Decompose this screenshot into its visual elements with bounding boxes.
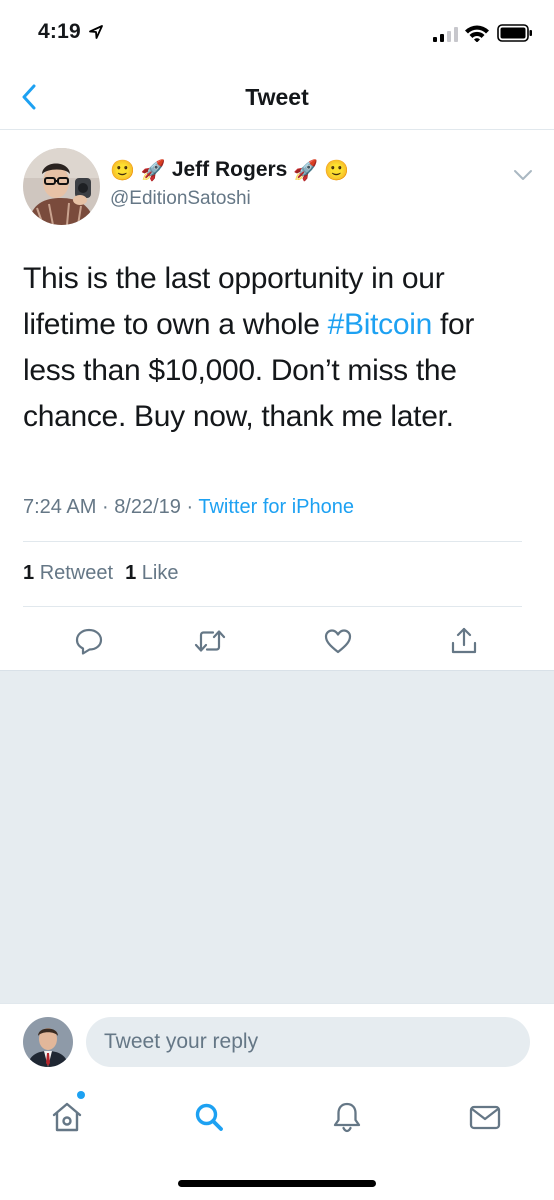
search-icon (195, 1103, 223, 1131)
smiley-emoji-icon: 🙂 (110, 158, 135, 182)
tweet-text: This is the last opportunity in our life… (23, 256, 523, 440)
empty-replies-area (0, 670, 554, 1003)
tweet-source-link[interactable]: Twitter for iPhone (198, 496, 354, 518)
battery-icon (497, 24, 532, 42)
retweet-label: Retweet (39, 562, 114, 584)
hashtag-link[interactable]: #Bitcoin (328, 308, 433, 341)
tab-notifications[interactable] (327, 1097, 367, 1137)
page-title: Tweet (245, 84, 309, 110)
reply-icon (75, 628, 103, 655)
tweet-actions (0, 608, 554, 670)
share-button[interactable] (447, 624, 481, 658)
rocket-emoji-icon: 🚀 (293, 158, 319, 182)
like-stat[interactable]: 1 Like (125, 562, 178, 585)
tweet-stats: 1 Retweet 1 Like (23, 562, 178, 585)
reply-button[interactable] (72, 624, 106, 658)
rocket-emoji-icon: 🚀 (140, 158, 166, 182)
retweet-icon (194, 630, 226, 652)
tab-home[interactable] (47, 1097, 87, 1137)
retweet-button[interactable] (193, 624, 227, 658)
user-avatar[interactable] (23, 1017, 73, 1067)
reply-bar (0, 1003, 554, 1079)
tweet-metadata: 7:24 AM · 8/22/19 · Twitter for iPhone (23, 496, 354, 519)
like-button[interactable] (321, 624, 355, 658)
status-time: 4:19 (38, 20, 81, 43)
tweet-detail: 🙂 🚀 Jeff Rogers 🚀 🙂 @EditionSatoshi This… (0, 130, 554, 670)
divider (23, 606, 522, 607)
author-handle[interactable]: @EditionSatoshi (110, 188, 251, 210)
bell-icon (333, 1102, 361, 1133)
separator-dot: · (186, 496, 194, 518)
home-icon (52, 1102, 82, 1132)
author-name: Jeff Rogers (171, 158, 288, 181)
separator-dot: · (101, 496, 109, 518)
author-avatar[interactable] (23, 148, 100, 225)
mail-icon (469, 1105, 501, 1130)
smiley-emoji-icon: 🙂 (324, 158, 350, 182)
retweet-stat[interactable]: 1 Retweet (23, 562, 113, 585)
heart-icon (324, 629, 352, 654)
tab-search[interactable] (189, 1097, 229, 1137)
divider (23, 541, 522, 542)
reply-input[interactable] (86, 1017, 530, 1067)
location-arrow-icon (89, 25, 103, 39)
home-indicator[interactable] (178, 1180, 376, 1187)
navigation-bar: Tweet (0, 64, 554, 130)
user-avatar-image (23, 1017, 73, 1067)
chevron-down-icon[interactable] (512, 168, 534, 182)
retweet-count: 1 (23, 562, 35, 584)
author-avatar-image (23, 148, 100, 225)
tweet-time: 7:24 AM (23, 496, 97, 518)
share-icon (451, 627, 477, 654)
like-label: Like (141, 562, 179, 584)
tweet-date: 8/22/19 (114, 496, 181, 518)
cellular-signal-icon (433, 26, 458, 42)
wifi-icon (465, 25, 489, 42)
new-content-dot (77, 1091, 85, 1099)
tab-messages[interactable] (465, 1097, 505, 1137)
status-bar: 4:19 (0, 0, 554, 64)
author-name-row[interactable]: 🙂 🚀 Jeff Rogers 🚀 🙂 (110, 158, 349, 182)
like-count: 1 (125, 562, 137, 584)
